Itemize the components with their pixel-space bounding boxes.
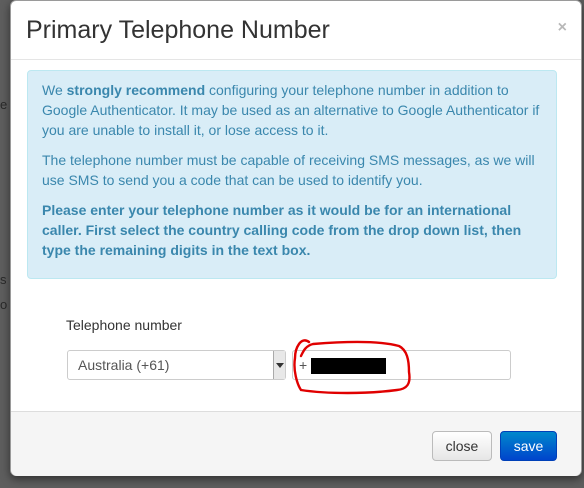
alert-paragraph-sms: The telephone number must be capable of … (42, 152, 535, 188)
country-code-selected-value: Australia (+61) (78, 357, 170, 373)
alert-paragraph-recommend: We strongly recommend configuring your t… (42, 82, 540, 138)
modal-header: Primary Telephone Number × (11, 1, 581, 60)
info-alert: We strongly recommend configuring your t… (27, 70, 557, 279)
phone-number-input[interactable]: + (292, 350, 511, 380)
country-code-select[interactable]: Australia (+61) (67, 350, 286, 380)
save-button[interactable]: save (500, 431, 557, 461)
close-icon[interactable]: × (558, 19, 567, 37)
close-button[interactable]: close (432, 431, 492, 461)
telephone-number-label: Telephone number (66, 317, 182, 333)
background-text-fragment: o (0, 297, 8, 312)
redacted-phone-number (311, 358, 386, 374)
alert-paragraph-instructions: Please enter your telephone number as it… (42, 202, 522, 258)
telephone-modal: Primary Telephone Number × We strongly r… (10, 0, 582, 476)
modal-footer: close save (11, 411, 581, 476)
modal-title: Primary Telephone Number (26, 16, 330, 44)
phone-prefix: + (299, 357, 308, 373)
chevron-down-icon[interactable] (273, 351, 285, 379)
background-text-fragment: e (0, 97, 8, 112)
background-text-fragment: s (0, 272, 7, 287)
